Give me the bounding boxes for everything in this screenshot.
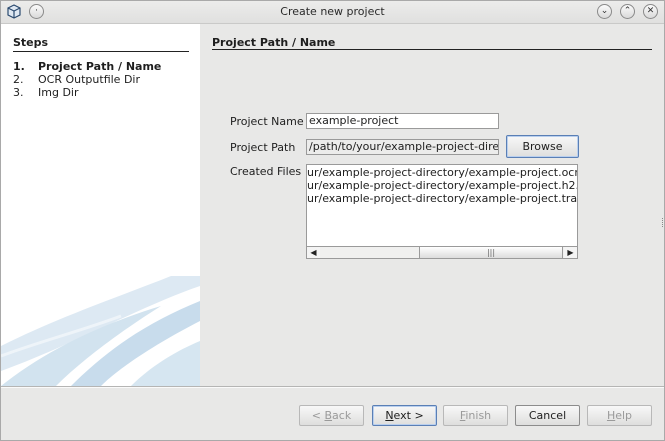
finish-button[interactable]: Finish (443, 405, 508, 426)
footer-divider-highlight (1, 387, 664, 388)
created-file-item: ur/example-project-directory/example-pro… (307, 166, 578, 179)
help-button[interactable]: Help (587, 405, 652, 426)
steps-panel: Steps 1. Project Path / Name 2. OCR Output… (1, 24, 200, 386)
horizontal-scrollbar[interactable]: ◀ ||| ▶ (306, 246, 578, 259)
step-label: Project Path / Name (38, 60, 162, 73)
created-file-item: ur/example-project-directory/example-pro… (307, 192, 578, 205)
maximize-icon[interactable]: ⌃ (620, 4, 635, 19)
close-icon[interactable]: ✕ (643, 4, 658, 19)
panel-heading: Project Path / Name (212, 36, 336, 49)
content-panel: Project Path / Name Project Name example… (200, 24, 664, 386)
project-name-label: Project Name (230, 115, 304, 128)
scroll-left-icon[interactable]: ◀ (307, 247, 320, 258)
scrollbar-thumb[interactable]: ||| (419, 247, 563, 258)
step-label: OCR Outputfile Dir (38, 73, 140, 86)
minimize-icon[interactable]: ⌄ (597, 4, 612, 19)
back-button[interactable]: < Back (299, 405, 364, 426)
project-path-label: Project Path (230, 141, 296, 154)
steps-heading: Steps (13, 36, 49, 49)
title-bar[interactable]: · Create new project ⌄ ⌃ ✕ (1, 1, 664, 24)
scroll-right-icon[interactable]: ▶ (564, 247, 577, 258)
project-name-input[interactable]: example-project (306, 113, 499, 129)
next-button[interactable]: Next > (372, 405, 437, 426)
step-item-1: 1. Project Path / Name (13, 60, 161, 73)
browse-button[interactable]: Browse (506, 135, 579, 158)
step-number: 3. (13, 86, 24, 99)
created-files-label: Created Files (230, 165, 302, 178)
panel-divider (212, 49, 652, 50)
step-number: 2. (13, 73, 24, 86)
step-item-2: 2. OCR Outputfile Dir (13, 73, 140, 86)
step-number: 1. (13, 60, 25, 73)
step-label: Img Dir (38, 86, 79, 99)
decorative-swoosh-graphic (1, 276, 200, 386)
created-file-item: ur/example-project-directory/example-pro… (307, 179, 578, 192)
step-item-3: 3. Img Dir (13, 86, 79, 99)
steps-divider (13, 51, 189, 52)
dialog-window: · Create new project ⌄ ⌃ ✕ Steps 1. Proje… (0, 0, 665, 441)
created-files-list[interactable]: ur/example-project-directory/example-pro… (306, 164, 578, 247)
window-title: Create new project (280, 5, 385, 18)
cancel-button[interactable]: Cancel (515, 405, 580, 426)
project-path-field: /path/to/your/example-project-directory (306, 139, 499, 155)
